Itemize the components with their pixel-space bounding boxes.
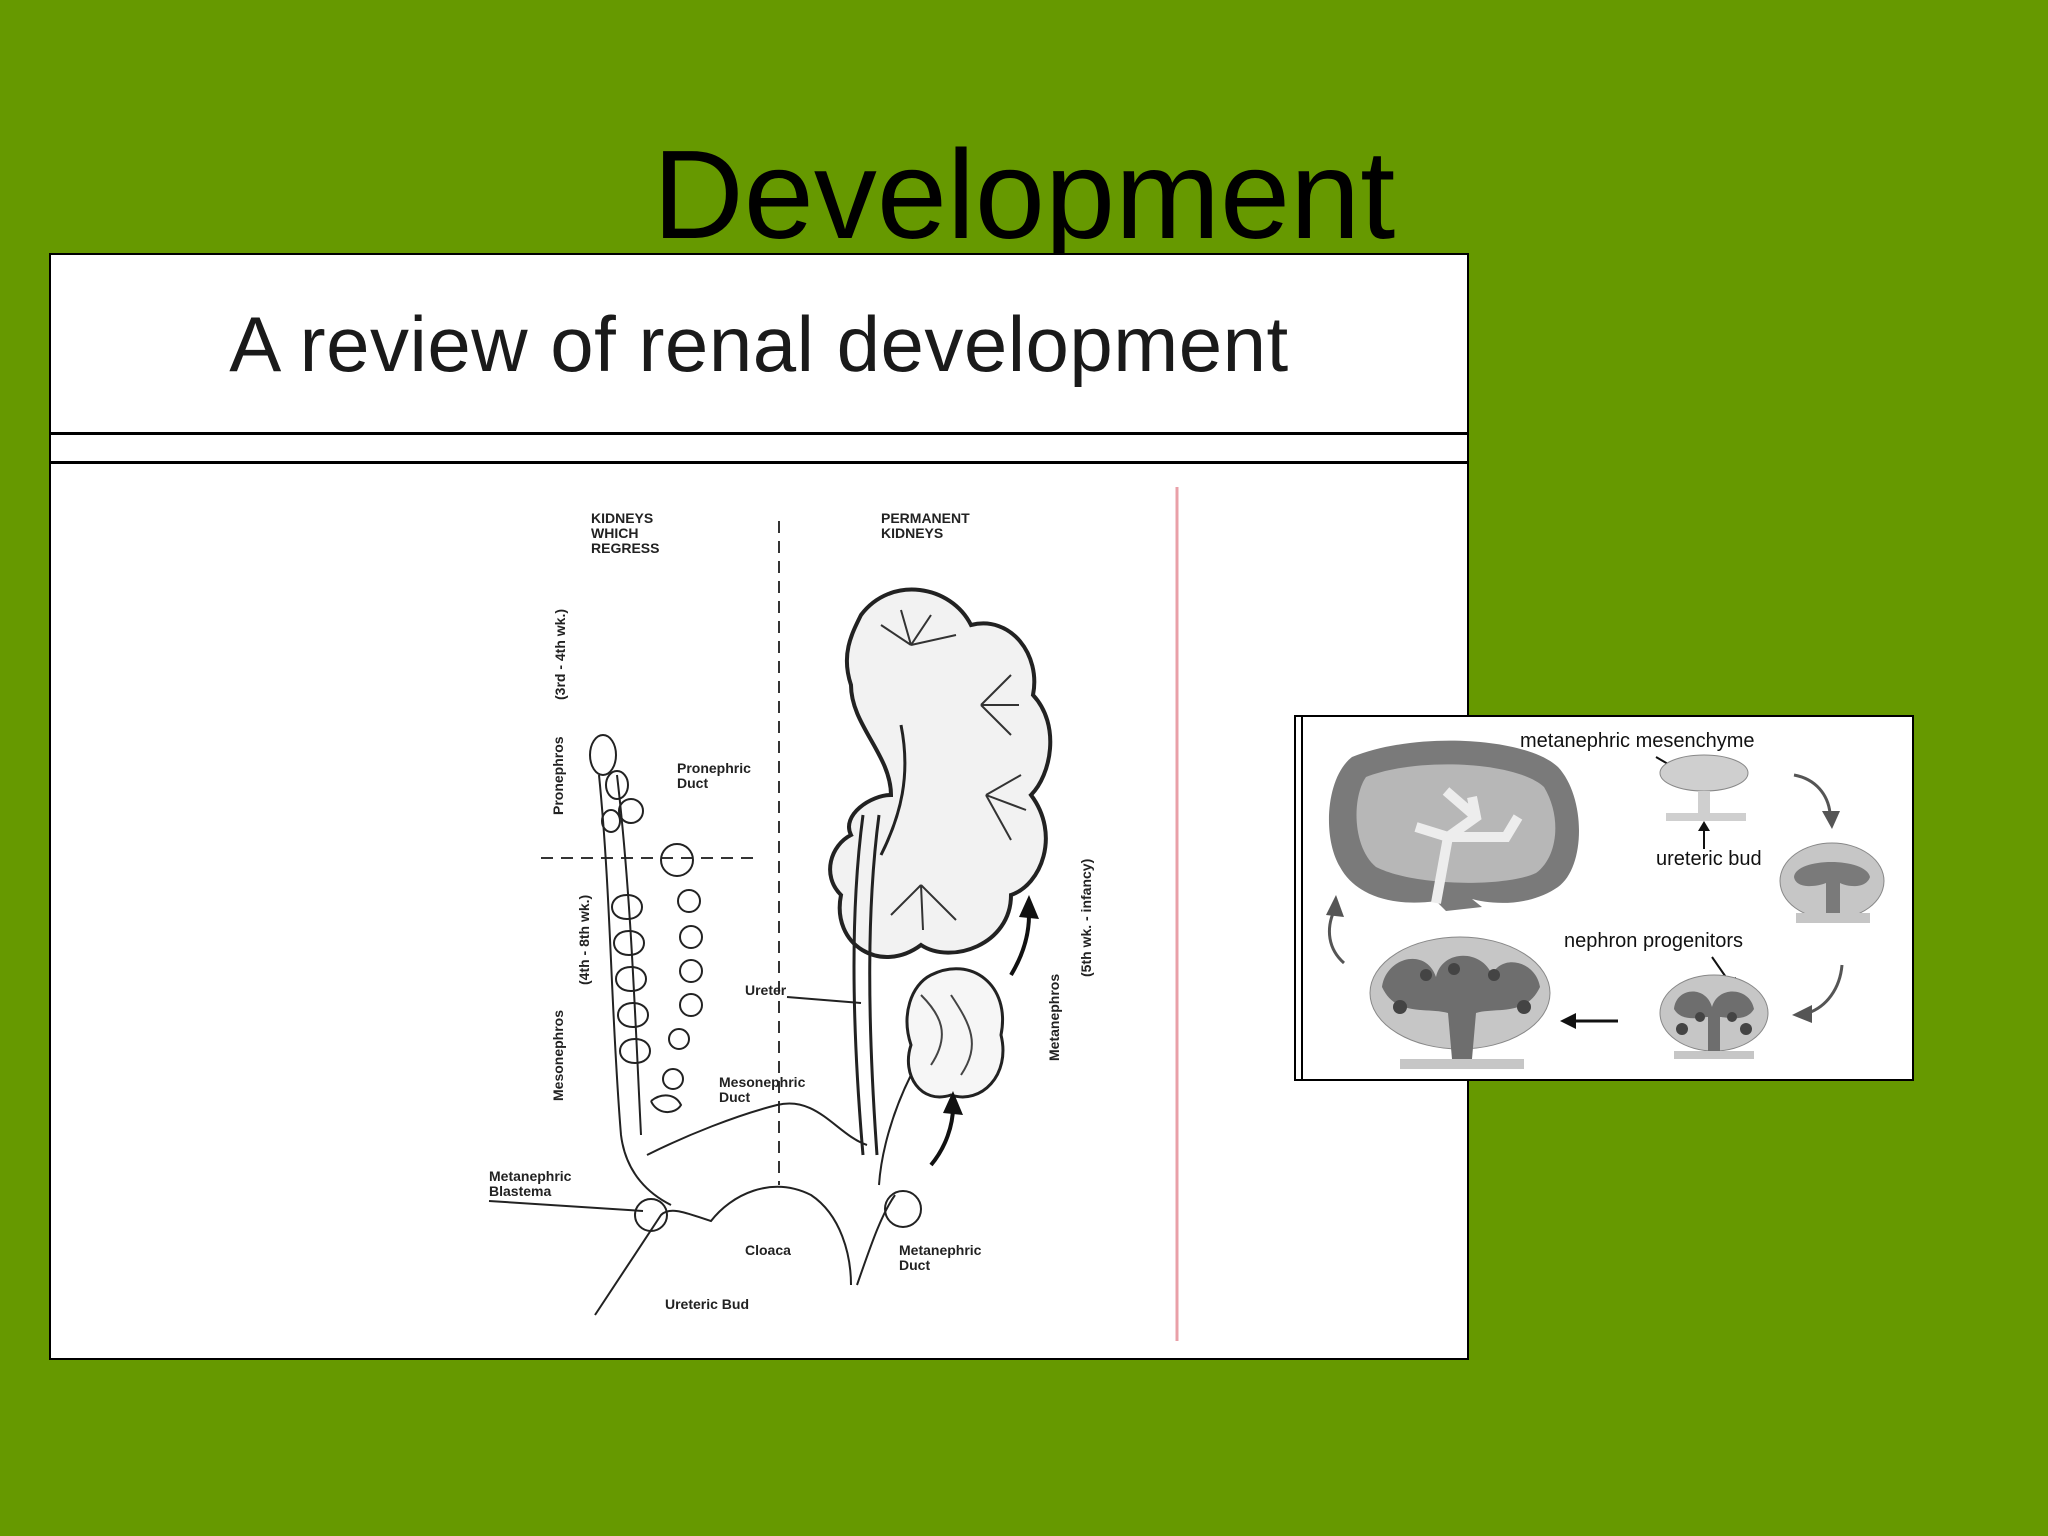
label-ureteric-bud-inset: ureteric bud [1656, 848, 1762, 870]
label-metanephric-2: Metanephric [899, 1242, 982, 1258]
label-mesonephric: Mesonephric [719, 1074, 806, 1090]
label-metanephric-duct: Duct [899, 1257, 930, 1273]
label-cloaca: Cloaca [745, 1242, 791, 1258]
label-metanephros: Metanephros [1046, 974, 1062, 1061]
slide-title: Development [652, 124, 1396, 265]
label-pronephric: Pronephric [677, 760, 751, 776]
nephron-induction-inset: metanephric mesenchyme ureteric bud neph… [1294, 715, 1914, 1081]
label-which: WHICH [591, 525, 638, 541]
label-blastema: Blastema [489, 1183, 551, 1199]
label-pronephros-time: (3rd - 4th wk.) [552, 609, 568, 700]
label-pronephric-duct: Duct [677, 775, 708, 791]
label-metanephric: Metanephric [489, 1168, 572, 1184]
induction-cycle-diagram: metanephric mesenchyme ureteric bud neph… [1301, 717, 1885, 1079]
renal-development-figure: A review of renal development KIDNEYS WH… [49, 253, 1469, 1360]
label-permanent: PERMANENT [881, 510, 970, 526]
kidney-stages-diagram: KIDNEYS WHICH REGRESS PERMANENT KIDNEYS … [488, 487, 1179, 1341]
label-ureteric-bud: Ureteric Bud [665, 1296, 749, 1312]
label-ureter: Ureter [745, 982, 787, 998]
label-pronephros: Pronephros [550, 736, 566, 815]
label-mesonephric-duct: Duct [719, 1089, 750, 1105]
label-metanephric-mesenchyme: metanephric mesenchyme [1520, 730, 1755, 752]
label-mesonephros-time: (4th - 8th wk.) [576, 895, 592, 985]
label-regress: REGRESS [591, 540, 659, 556]
label-kidneys: KIDNEYS [591, 510, 653, 526]
mature-kidney-drawing [1328, 740, 1579, 911]
label-nephron-progenitors: nephron progenitors [1564, 930, 1743, 952]
label-permanent-kidneys: KIDNEYS [881, 525, 943, 541]
label-metanephros-time: (5th wk. - infancy) [1078, 859, 1094, 977]
label-mesonephros: Mesonephros [550, 1010, 566, 1101]
mesonephros-drawing [611, 889, 868, 1156]
